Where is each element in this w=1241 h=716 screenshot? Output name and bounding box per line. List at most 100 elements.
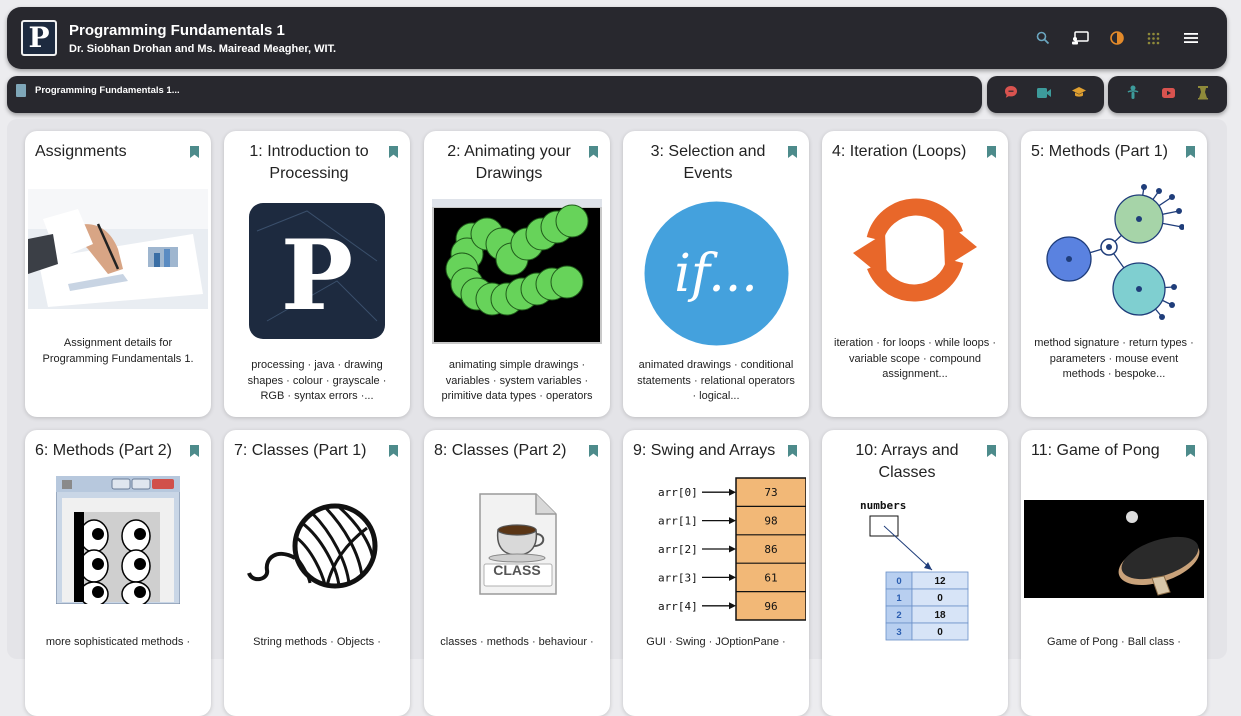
bookmark-icon[interactable]	[788, 445, 797, 457]
array-index-label: arr[4]	[658, 600, 698, 613]
card-description: more sophisticated methods ·	[45, 636, 191, 648]
topic-card[interactable]: 9: Swing and Arrays arr[0] 73 arr[1] 98 arr[…	[623, 430, 809, 716]
card-title[interactable]: 3: Selection and Events	[633, 141, 783, 185]
topic-card[interactable]: 5: Methods (Part 1) method signature · r	[1021, 131, 1207, 417]
podcast-icon[interactable]	[1126, 84, 1140, 105]
search-icon[interactable]	[1024, 27, 1061, 49]
bookmark-icon[interactable]	[987, 146, 996, 158]
card-description: classes · methods · behaviour ·	[440, 636, 594, 648]
card-title[interactable]: Assignments	[35, 141, 185, 163]
card-description: Game of Pong · Ball class ·	[1047, 636, 1181, 648]
array-cell-value: 96	[764, 600, 777, 613]
bookmark-icon[interactable]	[589, 146, 598, 158]
theme-toggle-icon[interactable]	[1098, 27, 1135, 49]
table-value-label: 0	[937, 593, 943, 604]
topic-card[interactable]: 3: Selection and Events if... animated d…	[623, 131, 809, 417]
breadcrumb: Programming Fundamentals 1...	[7, 76, 982, 113]
class-file-label: CLASS	[493, 562, 541, 578]
table-index-label: 3	[896, 627, 901, 638]
array-cell-value: 86	[764, 543, 777, 556]
youtube-icon[interactable]	[1161, 86, 1176, 104]
bookmark-icon[interactable]	[788, 146, 797, 158]
card-description: processing · java · drawing shapes · col…	[247, 359, 387, 402]
yarn-ball	[224, 488, 410, 606]
card-title[interactable]: 11: Game of Pong	[1031, 440, 1181, 462]
card-description: animating simple drawings · variables · …	[441, 359, 593, 402]
topic-card[interactable]: 4: Iteration (Loops) iteration · for loo…	[822, 131, 1008, 417]
chat-icon[interactable]	[1004, 85, 1018, 104]
array-cell-value: 73	[764, 486, 777, 499]
topic-card[interactable]: 6: Methods (Part 2) more sophisticated m…	[25, 430, 211, 716]
card-description: animated drawings · conditional statemen…	[637, 359, 795, 402]
array-cell-value: 61	[764, 571, 777, 584]
table-value-label: 18	[934, 610, 946, 621]
card-title[interactable]: 1: Introduction to Processing	[234, 141, 384, 185]
graduation-cap-icon[interactable]	[1071, 86, 1087, 104]
card-description: String methods · Objects ·	[253, 636, 381, 648]
presentation-icon[interactable]	[1061, 27, 1098, 49]
card-title[interactable]: 5: Methods (Part 1)	[1031, 141, 1181, 163]
lab-icon[interactable]	[1197, 85, 1209, 105]
card-title[interactable]: 4: Iteration (Loops)	[832, 141, 982, 163]
if-logo-text: if...	[674, 243, 758, 304]
card-title[interactable]: 10: Arrays and Classes	[832, 440, 982, 484]
app-header: P Programming Fundamentals 1 Dr. Siobhan…	[7, 7, 1227, 69]
assignment-photo	[28, 189, 208, 309]
card-title[interactable]: 6: Methods (Part 2)	[35, 440, 185, 462]
green-circles-sketch	[424, 199, 610, 344]
topic-card[interactable]: 8: Classes (Part 2) CLASS classes · meth…	[424, 430, 610, 716]
card-title[interactable]: 2: Animating your Drawings	[434, 141, 584, 185]
svg-text:P: P	[281, 219, 353, 332]
topics-grid: Assignments Assignment details for Progr…	[7, 119, 1227, 716]
topic-card[interactable]: 7: Classes (Part 1) String methods · Obj…	[224, 430, 410, 716]
bookmark-icon[interactable]	[589, 445, 598, 457]
array-pointer-arrowhead	[729, 488, 736, 496]
topic-card[interactable]: 10: Arrays and Classes numbers 0 12 1 0 2 18 3 0	[822, 430, 1008, 716]
bookmark-icon[interactable]	[389, 146, 398, 158]
table-index-label: 0	[896, 576, 901, 587]
loop-arrows	[822, 179, 1008, 321]
array-index-label: arr[3]	[658, 571, 698, 584]
array-pointer-arrowhead	[729, 602, 736, 610]
array-pointer-arrowhead	[729, 573, 736, 581]
class-file-icon: CLASS	[424, 490, 610, 600]
card-description: iteration · for loops · while loops · va…	[834, 337, 997, 380]
pong-paddle	[1024, 500, 1204, 598]
topic-card[interactable]: 11: Game of Pong Game of Pong · Ball cla…	[1021, 430, 1207, 716]
table-value-label: 0	[937, 627, 943, 638]
course-authors: Dr. Siobhan Drohan and Ms. Mairead Meagh…	[69, 43, 337, 55]
table-index-label: 1	[896, 593, 902, 604]
processing-logo: P	[224, 201, 410, 341]
card-title[interactable]: 8: Classes (Part 2)	[434, 440, 584, 462]
array-variable-name: numbers	[860, 499, 906, 512]
if-logo: if...	[623, 201, 809, 346]
apps-grid-icon[interactable]	[1135, 27, 1172, 49]
community-links	[987, 76, 1104, 113]
course-logo[interactable]: P	[21, 20, 57, 56]
card-title[interactable]: 7: Classes (Part 1)	[234, 440, 384, 462]
menu-icon[interactable]	[1172, 27, 1209, 49]
array-diagram: arr[0] 73 arr[1] 98 arr[2] 86 arr[3] 61 arr[4] 96	[623, 476, 809, 622]
table-index-label: 2	[896, 610, 901, 621]
topic-card[interactable]: 2: Animating your Drawings animating sim…	[424, 131, 610, 417]
numbers-array-table: numbers 0 12 1 0 2 18 3 0	[856, 496, 974, 646]
array-index-label: arr[0]	[658, 486, 698, 499]
bookmark-icon[interactable]	[1186, 146, 1195, 158]
card-title[interactable]: 9: Swing and Arrays	[633, 440, 783, 462]
video-icon[interactable]	[1036, 86, 1052, 104]
bookmark-icon[interactable]	[1186, 445, 1195, 457]
bookmark-icon[interactable]	[987, 445, 996, 457]
bookmark-icon[interactable]	[190, 146, 199, 158]
array-cell-value: 98	[764, 515, 777, 528]
topic-card[interactable]: 1: Introduction to Processing P processi…	[224, 131, 410, 417]
breadcrumb-course-link[interactable]: Programming Fundamentals 1...	[35, 85, 180, 96]
card-description: Assignment details for Programming Funda…	[42, 337, 194, 365]
bookmark-icon[interactable]	[190, 445, 199, 457]
card-description: GUI · Swing · JOptionPane ·	[646, 636, 786, 648]
course-title[interactable]: Programming Fundamentals 1	[69, 22, 285, 39]
table-value-label: 12	[934, 576, 946, 587]
topic-card[interactable]: Assignments Assignment details for Progr…	[25, 131, 211, 417]
media-links	[1108, 76, 1227, 113]
network-circles	[1021, 179, 1207, 321]
bookmark-icon[interactable]	[389, 445, 398, 457]
